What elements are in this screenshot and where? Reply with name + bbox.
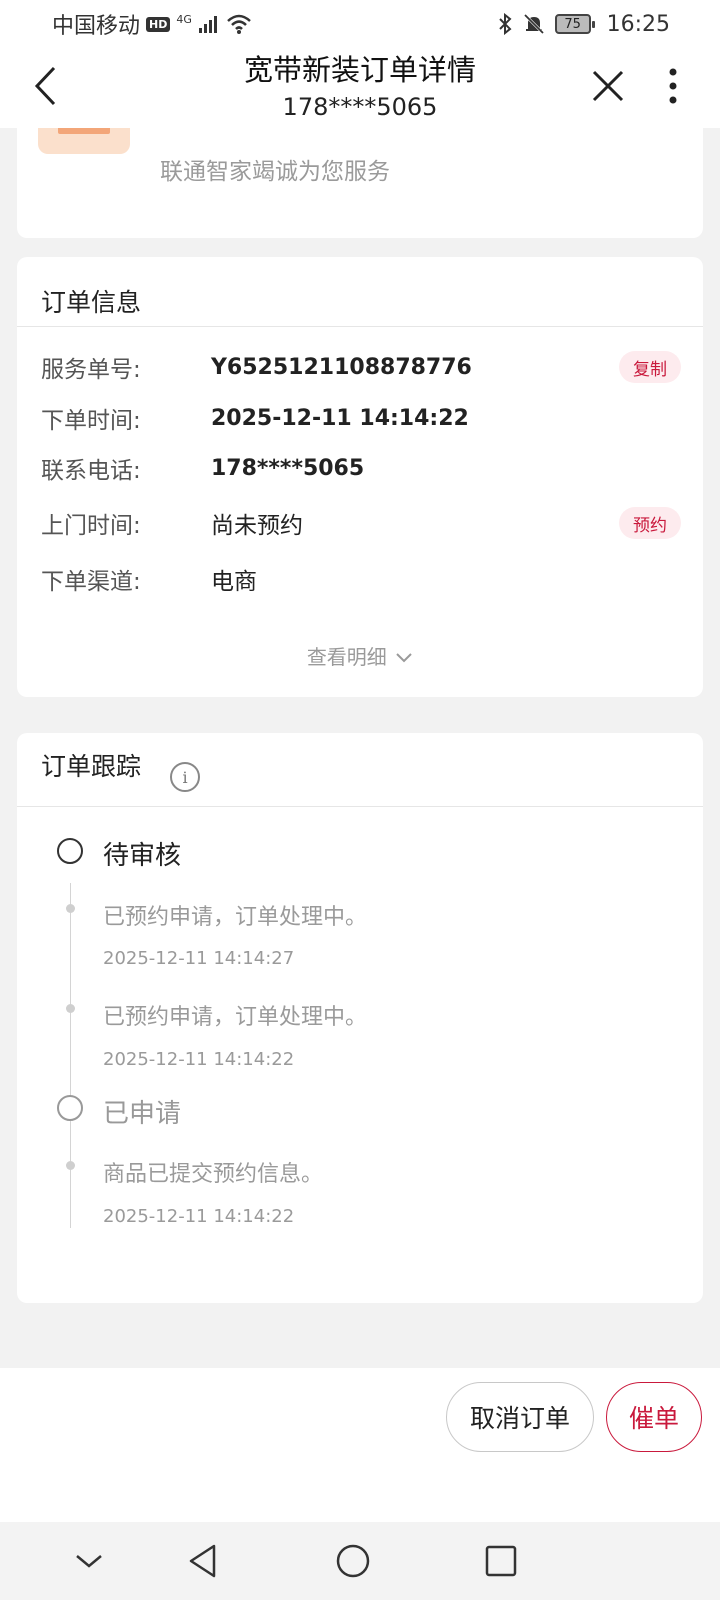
status-left: 中国移动 HD 4G [52,8,252,40]
timeline-time: 2025-12-11 14:14:22 [103,1206,295,1227]
service-text: 联通智家竭诚为您服务 [160,159,390,185]
signal-icon [198,16,217,33]
status-bar: 中国移动 HD 4G 75 16:25 [0,0,720,48]
timeline-status: 已申请 [103,1099,182,1129]
info-row-visit-time: 上门时间: 尚未预约 预约 [41,503,681,543]
info-row-service-no: 服务单号: Y6525121108878776 复制 [41,347,681,387]
back-button[interactable] [28,64,68,108]
close-icon [592,70,624,102]
reserve-button[interactable]: 预约 [619,507,681,539]
info-value: 电商 [211,569,257,595]
timeline-status: 待审核 [103,841,182,871]
clock-icon [57,838,83,864]
carrier-name: 中国移动 [52,14,141,39]
timeline-message: 商品已提交预约信息。 [103,1162,324,1187]
divider [17,326,703,327]
page-subtitle: 178****5065 [282,93,438,121]
info-value: 2025-12-11 14:14:22 [211,405,469,431]
nav-recents-button[interactable] [476,1536,526,1586]
mute-bell-icon [523,13,544,35]
title-block: 宽带新装订单详情 178****5065 [150,50,570,124]
status-right: 75 16:25 [497,12,670,37]
chevron-down-icon [396,653,412,663]
info-label: 下单时间: [41,408,141,434]
info-value: 178****5065 [211,455,365,481]
battery-icon: 75 [554,14,595,34]
navigation-bar [0,1522,720,1600]
info-row-order-time: 下单时间: 2025-12-11 14:14:22 [41,398,681,438]
copy-button[interactable]: 复制 [619,351,681,383]
order-info-title: 订单信息 [41,288,142,317]
circle-home-icon [336,1544,370,1578]
info-value: 尚未预约 [211,513,303,539]
info-icon[interactable]: i [170,762,200,792]
timeline-message: 已预约申请，订单处理中。 [103,905,368,930]
urge-order-button[interactable]: 催单 [606,1382,702,1452]
info-label: 服务单号: [41,357,141,383]
action-bar: 取消订单 催单 [0,1368,720,1522]
timeline-time: 2025-12-11 14:14:27 [103,948,295,969]
info-label: 下单渠道: [41,569,141,595]
title-bar: 宽带新装订单详情 178****5065 [0,48,720,128]
wifi-icon [227,14,251,34]
info-row-phone: 联系电话: 178****5065 [41,448,681,488]
chevron-down-icon [76,1555,102,1568]
info-row-channel: 下单渠道: 电商 [41,559,681,599]
order-tracking-title: 订单跟踪 [41,752,142,781]
more-vertical-icon [669,68,677,104]
info-label: 联系电话: [41,458,141,484]
hd-badge: HD [146,16,171,32]
screen: 中国移动 HD 4G 75 16:25 宽带新装订单详情 178****5065… [0,0,720,1600]
timeline-time: 2025-12-11 14:14:22 [103,1049,295,1070]
order-tracking-card: 订单跟踪 i 待审核 已预约申请，订单处理中。 2025-12-11 14:14… [17,733,703,1303]
view-details-toggle[interactable]: 查看明细 [17,641,703,670]
divider [17,806,703,807]
timeline-line [70,883,71,1228]
clock-time: 16:25 [606,11,670,37]
timeline-dot [66,904,75,913]
page-title: 宽带新装订单详情 [243,53,476,87]
nav-hide-button[interactable] [64,1536,114,1586]
more-button[interactable] [658,64,688,108]
triangle-back-icon [189,1544,216,1578]
order-info-card: 订单信息 服务单号: Y6525121108878776 复制 下单时间: 20… [17,257,703,697]
timeline-message: 已预约申请，订单处理中。 [103,1005,368,1030]
timeline-dot [66,1004,75,1013]
square-recents-icon [485,1545,517,1577]
info-value: Y6525121108878776 [211,354,472,380]
close-button[interactable] [588,64,628,108]
bluetooth-icon [498,13,512,35]
info-label: 上门时间: [41,513,141,539]
network-type: 4G [176,12,192,26]
view-details-label: 查看明细 [306,645,387,669]
nav-home-button[interactable] [328,1536,378,1586]
clock-icon [57,1095,83,1121]
nav-back-button[interactable] [178,1536,228,1586]
cancel-order-button[interactable]: 取消订单 [446,1382,594,1452]
chevron-left-icon [34,66,56,106]
timeline-dot [66,1161,75,1170]
